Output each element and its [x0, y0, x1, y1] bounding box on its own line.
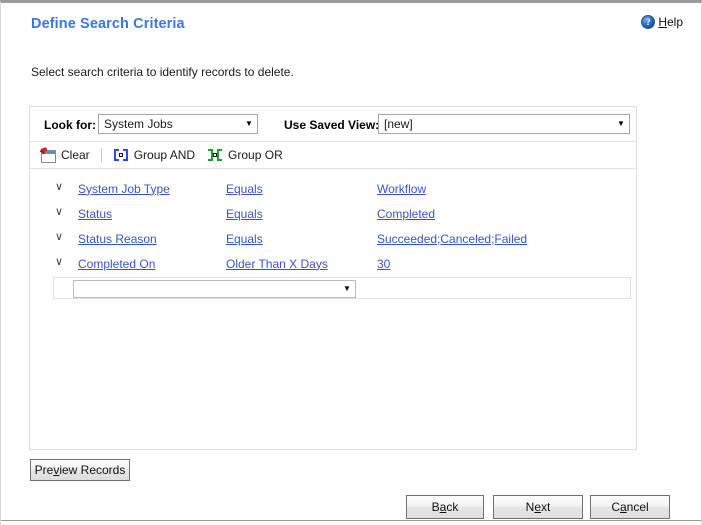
criteria-value-link[interactable]: Succeeded;Canceled;Failed	[377, 232, 527, 246]
chevron-down-icon: ▼	[245, 119, 253, 128]
next-label: Next	[525, 500, 551, 514]
criteria-value-link[interactable]: Workflow	[377, 182, 426, 196]
clear-icon	[40, 147, 56, 163]
criteria-field-link[interactable]: Completed On	[78, 257, 155, 271]
instruction-text: Select search criteria to identify recor…	[31, 65, 294, 79]
criteria-field-link[interactable]: Status	[78, 207, 112, 221]
lookfor-row: Look for: System Jobs ▼ Use Saved View: …	[30, 107, 636, 142]
row-expand-chevron-icon[interactable]: ∨	[53, 206, 65, 218]
criteria-rows: ∨ System Job Type Equals Workflow ∨ Stat…	[30, 169, 636, 276]
criteria-toolbar: Clear Group AND Group OR	[30, 142, 636, 169]
criteria-operator-link[interactable]: Equals	[226, 207, 263, 221]
criteria-field-link[interactable]: System Job Type	[78, 182, 170, 196]
chevron-down-icon: ▼	[343, 284, 351, 293]
clear-label: Clear	[61, 148, 90, 162]
cancel-button[interactable]: Cancel	[590, 495, 670, 519]
saved-view-select[interactable]: [new] ▼	[378, 114, 630, 134]
table-row: ∨ Status Reason Equals Succeeded;Cancele…	[30, 226, 636, 251]
table-row: ∨ Status Equals Completed	[30, 201, 636, 226]
saved-view-value: [new]	[384, 117, 413, 131]
new-criteria-row: ▼	[53, 277, 631, 299]
row-expand-chevron-icon[interactable]: ∨	[53, 181, 65, 193]
criteria-value-link[interactable]: Completed	[377, 207, 435, 221]
next-button[interactable]: Next	[493, 495, 583, 519]
criteria-operator-link[interactable]: Equals	[226, 232, 263, 246]
criteria-field-link[interactable]: Status Reason	[78, 232, 157, 246]
row-expand-chevron-icon[interactable]: ∨	[53, 256, 65, 268]
dialog-window: Define Search Criteria ? Help Select sea…	[0, 0, 702, 525]
question-circle-icon: ?	[641, 15, 656, 29]
group-or-button[interactable]: Group OR	[201, 145, 289, 165]
group-or-icon	[207, 147, 223, 163]
chevron-down-icon: ▼	[617, 119, 625, 128]
group-and-button[interactable]: Group AND	[107, 145, 201, 165]
look-for-label: Look for:	[44, 118, 96, 132]
clear-button[interactable]: Clear	[34, 145, 96, 165]
criteria-operator-link[interactable]: Older Than X Days	[226, 257, 328, 271]
preview-records-button[interactable]: Preview Records	[30, 459, 130, 481]
toolbar-divider	[100, 148, 102, 162]
cancel-label: Cancel	[611, 500, 649, 514]
group-and-label: Group AND	[133, 148, 196, 162]
group-and-icon	[113, 147, 129, 163]
saved-view-label: Use Saved View:	[284, 118, 380, 132]
preview-records-label: Preview Records	[34, 463, 126, 477]
help-link[interactable]: ? Help	[641, 15, 683, 29]
search-criteria-panel: Look for: System Jobs ▼ Use Saved View: …	[29, 106, 637, 450]
page-title: Define Search Criteria	[31, 16, 185, 32]
criteria-operator-link[interactable]: Equals	[226, 182, 263, 196]
back-label: Back	[431, 500, 459, 514]
criteria-value-link[interactable]: 30	[377, 257, 390, 271]
status-bar	[1, 520, 701, 525]
new-criteria-field-select[interactable]: ▼	[73, 280, 356, 298]
table-row: ∨ Completed On Older Than X Days 30	[30, 251, 636, 276]
look-for-value: System Jobs	[104, 117, 173, 131]
help-label: Help	[658, 15, 683, 29]
look-for-select[interactable]: System Jobs ▼	[98, 114, 258, 134]
row-expand-chevron-icon[interactable]: ∨	[53, 231, 65, 243]
table-row: ∨ System Job Type Equals Workflow	[30, 176, 636, 201]
back-button[interactable]: Back	[406, 495, 484, 519]
group-or-label: Group OR	[228, 148, 283, 162]
